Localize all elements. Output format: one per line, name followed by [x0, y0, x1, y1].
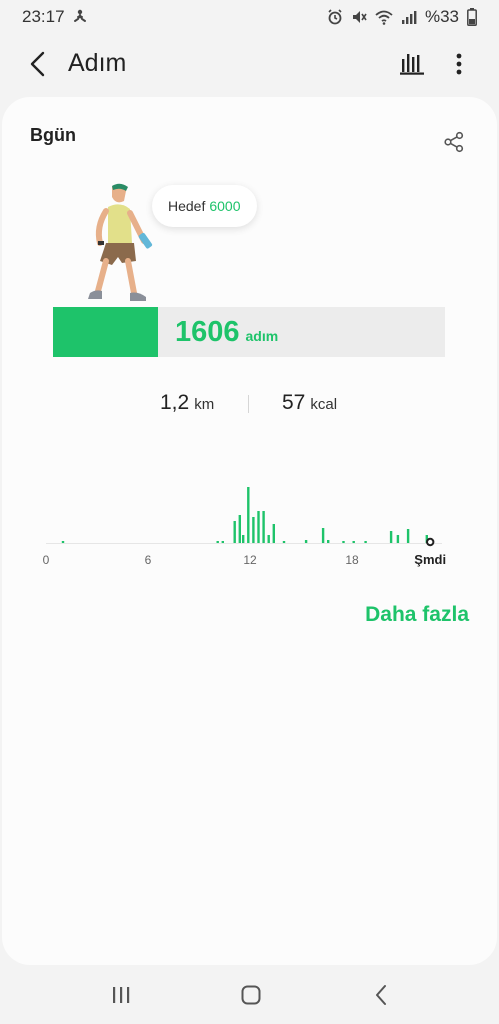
x-tick-label: Şmdi: [414, 552, 446, 567]
chart-bar: [364, 541, 367, 543]
page-title: Adım: [68, 49, 127, 77]
chart-bar: [257, 511, 260, 543]
chart-bar: [406, 529, 410, 543]
back-icon: [376, 985, 386, 1005]
share-icon: [444, 131, 464, 153]
steps-value: 1606: [175, 316, 240, 348]
goal-label: Hedef: [168, 198, 206, 214]
progress-fill: [53, 307, 159, 357]
x-tick-label: 18: [345, 553, 359, 567]
recent-apps-button[interactable]: [106, 982, 136, 1008]
more-link[interactable]: Daha fazla: [365, 603, 469, 627]
calories-value: 57: [282, 391, 306, 414]
navigation-bar: [0, 967, 499, 1024]
chart-bar: [304, 540, 308, 543]
chart-bar: [267, 535, 270, 543]
chart-bar: [396, 535, 400, 543]
home-icon: [241, 985, 261, 1005]
chart-bar: [327, 540, 330, 543]
distance-stat: 1,2 km: [160, 391, 214, 415]
chart-bar: [242, 535, 245, 543]
x-tick-label: 6: [145, 553, 152, 567]
chart-bar: [282, 541, 286, 543]
hourly-steps-chart: 0 6 12 18 Şmdi: [43, 487, 446, 567]
stats-row: 1,2 km 57 kcal: [2, 391, 497, 423]
distance-value: 1,2: [160, 391, 190, 414]
status-bar: 23:17 %33: [0, 0, 499, 34]
stats-divider: [248, 395, 249, 413]
goal-bubble: Hedef 6000: [152, 185, 257, 227]
more-options-button[interactable]: [448, 50, 470, 78]
distance-unit: km: [194, 396, 215, 413]
home-button[interactable]: [236, 982, 266, 1008]
chart-bar: [247, 487, 250, 543]
chart-bar: [321, 528, 325, 543]
chart-bar: [216, 541, 219, 543]
current-time-marker: [426, 537, 435, 547]
calories-unit: kcal: [310, 396, 338, 413]
back-arrow-icon: [30, 51, 45, 77]
calories-stat: 57 kcal: [282, 391, 337, 415]
steps-count: 1606 adım: [175, 316, 278, 349]
recent-apps-icon: [113, 987, 130, 1003]
x-tick-label: 12: [243, 553, 257, 567]
walking-icon: [73, 9, 87, 25]
steps-unit: adım: [245, 328, 279, 344]
mute-icon: [351, 9, 367, 25]
chart-bar: [221, 541, 224, 543]
more-vertical-icon: [456, 53, 462, 75]
share-button[interactable]: [443, 131, 465, 153]
walker-illustration: [88, 183, 153, 301]
status-time: 23:17: [22, 7, 65, 26]
status-left: 23:17: [22, 7, 87, 27]
chart-bar: [352, 541, 355, 543]
card-title: Bgün: [30, 125, 76, 145]
chart-bar: [233, 521, 236, 543]
chart-bar: [61, 541, 65, 543]
bar-chart-icon: [400, 54, 424, 75]
battery-icon: [467, 8, 477, 26]
app-bar: Adım: [0, 34, 499, 94]
chart-bar: [342, 541, 345, 543]
chart-bar: [272, 524, 275, 543]
wifi-icon: [375, 10, 393, 25]
system-back-button[interactable]: [366, 982, 396, 1008]
chart-bar: [262, 511, 265, 543]
signal-icon: [401, 10, 417, 25]
steps-card: Bgün Hedef 6000 1606 adım 1,2 km 57 kcal…: [2, 97, 497, 965]
back-button[interactable]: [24, 50, 52, 78]
alarm-icon: [327, 9, 343, 25]
status-right: %33: [327, 7, 477, 27]
chart-bar: [389, 531, 393, 543]
goal-value: 6000: [209, 198, 241, 214]
chart-bar: [252, 517, 255, 543]
chart-bar: [238, 515, 241, 543]
trends-button[interactable]: [399, 50, 427, 78]
x-tick-label: 0: [43, 553, 50, 567]
battery-text: %33: [424, 7, 459, 26]
